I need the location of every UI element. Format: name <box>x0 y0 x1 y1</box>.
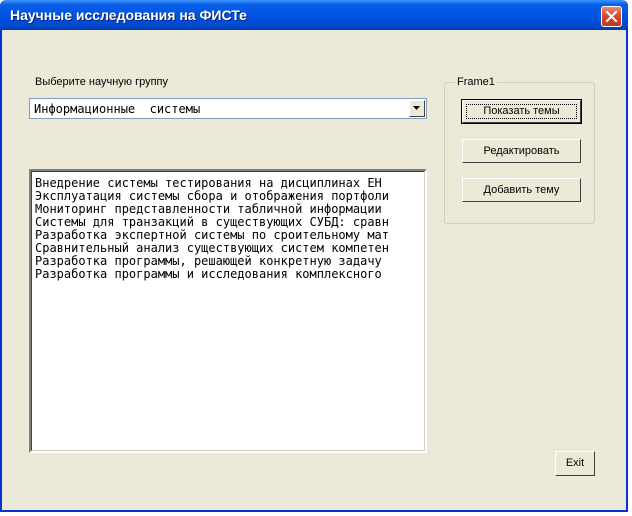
edit-label: Редактировать <box>483 145 560 157</box>
exit-button[interactable]: Exit <box>555 451 595 476</box>
frame-label: Frame1 <box>455 76 497 88</box>
list-item[interactable]: Разработка программы и исследования комп… <box>35 268 382 281</box>
show-topics-label: Показать темы <box>483 105 560 117</box>
edit-button[interactable]: Редактировать <box>462 139 581 163</box>
group-select-label: Выберите научную группу <box>35 76 168 88</box>
group-select-value: Информационные системы <box>34 102 201 116</box>
group-select[interactable]: Информационные системы <box>29 98 427 119</box>
window-title: Научные исследования на ФИСТе <box>10 7 247 23</box>
exit-label: Exit <box>565 457 585 469</box>
chevron-down-icon <box>413 106 420 110</box>
topics-list[interactable]: Внедрение системы тестирования на дисцип… <box>29 169 427 453</box>
close-icon <box>605 10 618 23</box>
add-topic-button[interactable]: Добавить тему <box>462 178 581 202</box>
title-bar[interactable]: Научные исследования на ФИСТе <box>0 0 628 30</box>
add-topic-label: Добавить тему <box>483 184 560 196</box>
dropdown-button[interactable] <box>409 100 425 117</box>
show-topics-button[interactable]: Показать темы <box>461 99 582 124</box>
close-button[interactable] <box>601 6 622 27</box>
topics-list-area: Внедрение системы тестирования на дисцип… <box>31 171 425 451</box>
